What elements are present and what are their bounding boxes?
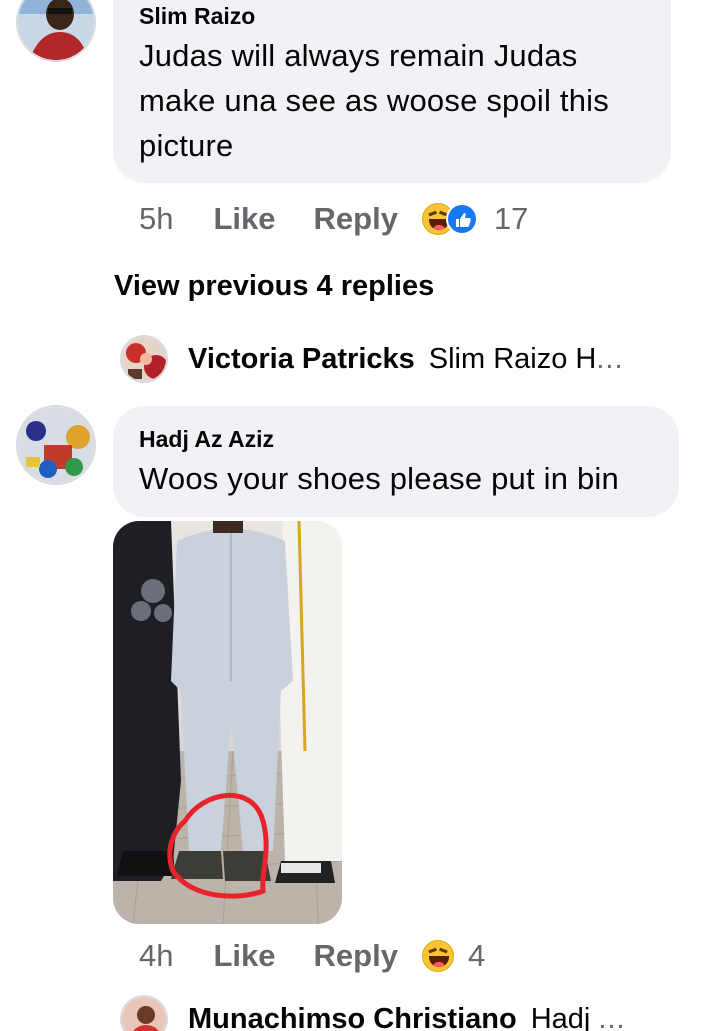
reply-preview-victoria[interactable]: Victoria Patricks Slim Raizo H ... xyxy=(120,335,624,383)
comment-text: Woos your shoes please put in bin xyxy=(139,461,619,496)
avatar-image xyxy=(122,997,166,1031)
reply-preview-munachimso[interactable]: Munachimso Christiano Hadj ... xyxy=(120,995,626,1031)
avatar-victoria-patricks xyxy=(120,335,168,383)
reply-button[interactable]: Reply xyxy=(314,938,398,974)
comment-author-name[interactable]: Hadj Az Aziz xyxy=(139,426,274,453)
reply-preview-ellipsis: ... xyxy=(598,1002,626,1031)
photo-image xyxy=(113,521,342,924)
like-button[interactable]: Like xyxy=(213,938,275,974)
comment-text-line-1: Judas will always remain Judas xyxy=(139,38,578,73)
comment-attached-photo[interactable] xyxy=(113,521,342,924)
comment-text-line-3: picture xyxy=(139,128,234,163)
reply-author-name[interactable]: Victoria Patricks xyxy=(188,343,415,376)
avatar-image xyxy=(18,407,94,483)
reaction-count: 17 xyxy=(493,201,529,236)
reply-preview-text: Hadj xyxy=(530,1002,591,1031)
comment-actions: 5h Like Reply 17 xyxy=(139,199,528,239)
comment-timestamp[interactable]: 5h xyxy=(139,201,173,237)
view-previous-replies-link[interactable]: View previous 4 replies xyxy=(114,270,434,303)
reply-preview-text: Slim Raizo H xyxy=(428,342,597,375)
avatar-image xyxy=(18,0,94,60)
reply-button[interactable]: Reply xyxy=(314,201,398,237)
reactions-summary[interactable]: 17 xyxy=(421,201,529,237)
like-button[interactable]: Like xyxy=(213,201,275,237)
comment-timestamp[interactable]: 4h xyxy=(139,938,173,974)
reply-author-name[interactable]: Munachimso Christiano xyxy=(188,1003,517,1031)
comment-actions: 4h Like Reply 4 xyxy=(139,936,485,976)
like-thumb-icon xyxy=(445,203,478,235)
comment-text-line-2: make una see as woose spoil this xyxy=(139,83,609,118)
avatar-image xyxy=(122,337,166,381)
reactions-summary[interactable]: 4 xyxy=(421,938,486,974)
avatar-slim-raizo[interactable] xyxy=(16,0,96,62)
reply-preview-ellipsis: ... xyxy=(596,342,624,375)
comment-author-name[interactable]: Slim Raizo xyxy=(139,3,255,30)
avatar-munachimso-christiano xyxy=(120,995,168,1031)
reaction-count: 4 xyxy=(467,938,486,973)
haha-emoji-icon xyxy=(421,940,454,972)
avatar-hadj-az-aziz[interactable] xyxy=(16,405,96,485)
